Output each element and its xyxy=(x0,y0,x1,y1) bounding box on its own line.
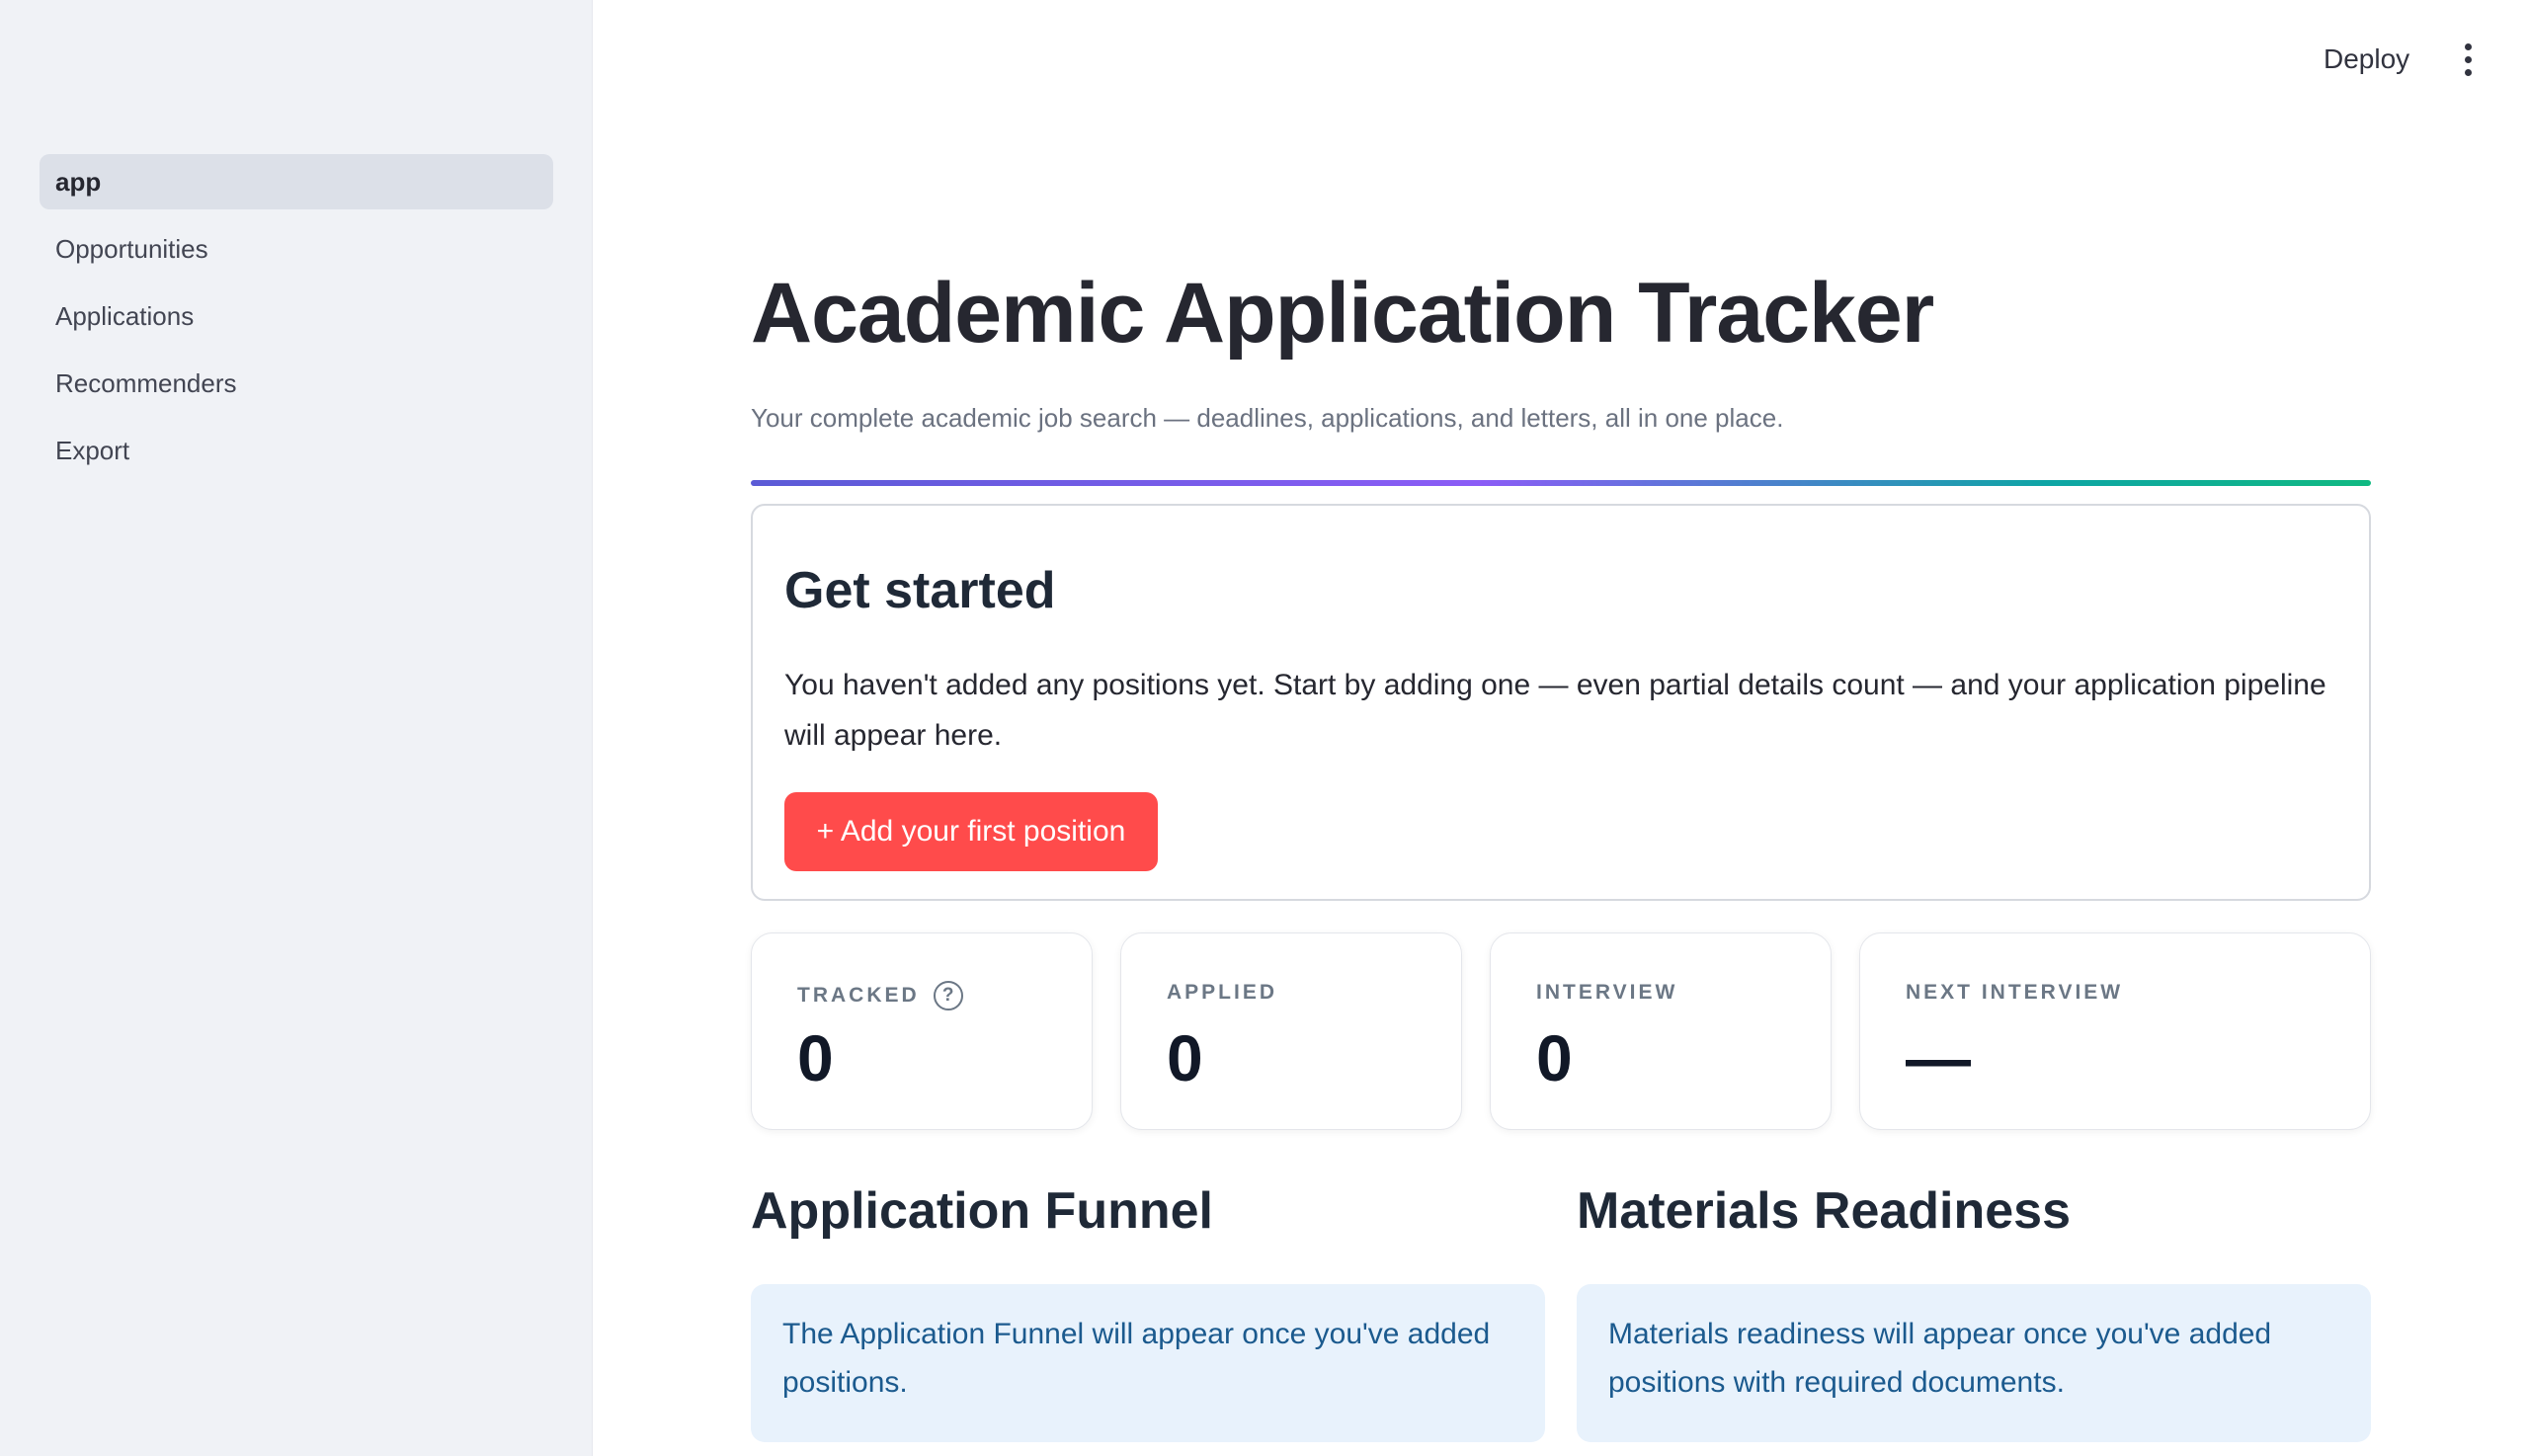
materials-readiness-info: Materials readiness will appear once you… xyxy=(1577,1284,2371,1442)
question-circle-icon[interactable]: ? xyxy=(933,981,963,1011)
metric-tracked: TRACKED ? 0 xyxy=(751,932,1093,1130)
metric-label: TRACKED ? xyxy=(797,981,963,1011)
metric-label: INTERVIEW xyxy=(1536,981,1677,1005)
deploy-button[interactable]: Deploy xyxy=(2312,34,2421,85)
metric-label-text: APPLIED xyxy=(1167,981,1278,1004)
menu-dot xyxy=(2464,55,2472,63)
get-started-heading: Get started xyxy=(784,562,1056,619)
sidebar-item-app[interactable]: app xyxy=(40,154,553,209)
sidebar: app Opportunities Applications Recommend… xyxy=(0,0,593,1456)
sidebar-item-recommenders[interactable]: Recommenders xyxy=(40,356,553,411)
metric-applied: APPLIED 0 xyxy=(1120,932,1462,1130)
metric-value: 0 xyxy=(1167,1021,1203,1094)
metric-label: APPLIED xyxy=(1167,981,1277,1005)
sidebar-item-export[interactable]: Export xyxy=(40,423,553,478)
application-funnel-title: Application Funnel xyxy=(751,1182,1213,1240)
menu-dot xyxy=(2464,42,2472,50)
sidebar-item-opportunities[interactable]: Opportunities xyxy=(40,221,553,277)
vertical-ellipsis-icon[interactable] xyxy=(2448,34,2488,85)
metric-interview: INTERVIEW 0 xyxy=(1490,932,1832,1130)
add-first-position-button[interactable]: + Add your first position xyxy=(784,792,1158,871)
metric-label-text: INTERVIEW xyxy=(1536,981,1678,1004)
page-title: Academic Application Tracker xyxy=(751,266,1934,361)
metric-value: 0 xyxy=(1536,1021,1573,1094)
gradient-divider xyxy=(751,480,2371,486)
menu-dot xyxy=(2464,68,2472,76)
app-root: app Opportunities Applications Recommend… xyxy=(0,0,2529,1456)
metric-next-interview: NEXT INTERVIEW — xyxy=(1859,932,2371,1130)
get-started-card: Get started You haven't added any positi… xyxy=(751,504,2371,901)
sidebar-item-applications[interactable]: Applications xyxy=(40,288,553,344)
metric-value: 0 xyxy=(797,1021,834,1094)
materials-readiness-title: Materials Readiness xyxy=(1577,1182,2072,1240)
metric-label: NEXT INTERVIEW xyxy=(1906,981,2123,1005)
metric-label-text: TRACKED xyxy=(797,984,920,1007)
page-subtitle: Your complete academic job search — dead… xyxy=(751,403,1784,433)
application-funnel-info: The Application Funnel will appear once … xyxy=(751,1284,1545,1442)
metric-label-text: NEXT INTERVIEW xyxy=(1906,981,2124,1004)
metric-value: — xyxy=(1906,1021,1971,1094)
get-started-text: You haven't added any positions yet. Sta… xyxy=(784,669,2326,752)
sidebar-nav: app Opportunities Applications Recommend… xyxy=(40,154,553,490)
